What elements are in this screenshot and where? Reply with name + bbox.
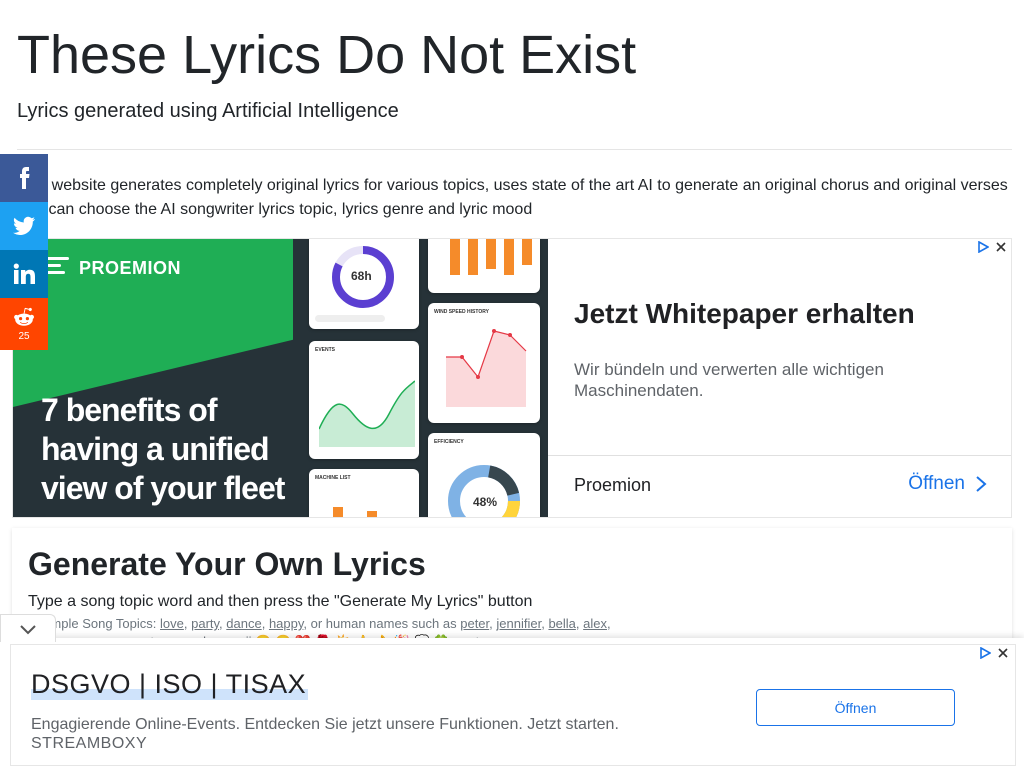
- linkedin-icon: [13, 263, 35, 284]
- bottom-ad-description: Engagierende Online-Events. Entdecken Si…: [31, 716, 619, 733]
- ad-separator: [548, 455, 1011, 456]
- machine-list-card: MACHINE LIST: [309, 469, 419, 517]
- reddit-icon: [14, 307, 35, 326]
- proemion-logo: PROEMION: [43, 257, 181, 279]
- bottom-ad-choices[interactable]: [979, 647, 1009, 659]
- intro-line-1: This website generates completely origin…: [17, 177, 1008, 194]
- bottom-ad-brand: STREAMBOXY: [31, 735, 148, 752]
- facebook-share-button[interactable]: [0, 154, 48, 202]
- topic-link-party[interactable]: party: [191, 616, 219, 631]
- wind-label: WIND SPEED HISTORY: [434, 309, 490, 315]
- chevron-right-icon: [976, 476, 987, 492]
- ad-image[interactable]: PROEMION 7 benefits of having a unified …: [13, 239, 548, 517]
- close-icon[interactable]: [995, 241, 1007, 253]
- gauge-card: 68h: [309, 239, 419, 329]
- intro-text: This website generates completely origin…: [17, 174, 1017, 222]
- topic-link-love[interactable]: love: [160, 616, 184, 631]
- facebook-icon: [20, 167, 30, 189]
- close-icon[interactable]: [997, 647, 1009, 659]
- machine-list-label: MACHINE LIST: [315, 475, 351, 481]
- ad-description: Wir bündeln und verwerten alle wichtigen…: [574, 360, 884, 400]
- efficiency-donut: [448, 464, 520, 517]
- topic-link-dance[interactable]: dance: [226, 616, 261, 631]
- divider: [17, 149, 1012, 150]
- page-subtitle: Lyrics generated using Artificial Intell…: [17, 100, 399, 122]
- gauge-legend: [315, 315, 385, 322]
- bars-card: [428, 239, 540, 293]
- ad-open-button[interactable]: Öffnen: [908, 473, 987, 495]
- events-area-chart: [319, 380, 415, 447]
- bottom-ad-title[interactable]: DSGVO | ISO | TISAX: [31, 669, 309, 700]
- adchoices-icon[interactable]: [977, 241, 989, 253]
- efficiency-label: EFFICIENCY: [434, 439, 464, 445]
- top-ad[interactable]: PROEMION 7 benefits of having a unified …: [12, 238, 1012, 518]
- events-card: EVENTS: [309, 341, 419, 459]
- reddit-share-count: 25: [18, 331, 30, 342]
- efficiency-card: EFFICIENCY 48%: [428, 433, 540, 517]
- name-link-alex[interactable]: alex: [583, 616, 607, 631]
- generate-title: Generate Your Own Lyrics: [28, 546, 426, 582]
- wind-line-chart: [446, 329, 527, 407]
- adchoices-icon[interactable]: [979, 647, 991, 659]
- linkedin-share-button[interactable]: [0, 250, 48, 298]
- machine-bar-1: [333, 507, 343, 517]
- ad-title[interactable]: Jetzt Whitepaper erhalten: [574, 297, 915, 331]
- collapse-ad-button[interactable]: [0, 614, 56, 642]
- bars-chart: [450, 239, 532, 275]
- reddit-share-button[interactable]: 25: [0, 298, 48, 350]
- topic-link-happy[interactable]: happy: [269, 616, 303, 631]
- bottom-ad-open-button[interactable]: Öffnen: [756, 689, 955, 726]
- share-bar: 25: [0, 154, 48, 350]
- ad-brand: Proemion: [574, 475, 652, 495]
- example-topics: Example Song Topics: love, party, dance,…: [28, 616, 611, 631]
- gauge-value: 68h: [351, 269, 372, 283]
- logo-text: PROEMION: [79, 257, 182, 278]
- names-prefix: , or human names such as: [303, 616, 457, 631]
- ad-open-label: Öffnen: [908, 473, 965, 494]
- bottom-ad[interactable]: DSGVO | ISO | TISAX Engagierende Online-…: [10, 644, 1016, 766]
- generate-instruction: Type a song topic word and then press th…: [28, 593, 533, 610]
- events-label: EVENTS: [315, 347, 336, 353]
- name-link-jennifier[interactable]: jennifier: [496, 616, 541, 631]
- page-title: These Lyrics Do Not Exist: [17, 25, 637, 85]
- twitter-icon: [13, 216, 35, 235]
- intro-line-2: You can choose the AI songwriter lyrics …: [17, 201, 533, 218]
- machine-bar-2: [367, 511, 377, 517]
- wind-card: WIND SPEED HISTORY: [428, 303, 540, 423]
- name-link-bella[interactable]: bella: [548, 616, 575, 631]
- ad-headline: 7 benefits of having a unified view of y…: [41, 392, 285, 506]
- bottom-ad-container: DSGVO | ISO | TISAX Engagierende Online-…: [0, 638, 1024, 768]
- ad-choices[interactable]: [977, 241, 1007, 253]
- name-link-peter[interactable]: peter: [460, 616, 489, 631]
- twitter-share-button[interactable]: [0, 202, 48, 250]
- efficiency-value: 48%: [473, 495, 498, 509]
- ad-text-panel[interactable]: Jetzt Whitepaper erhalten Wir bündeln un…: [548, 239, 1011, 517]
- chevron-down-icon: [20, 624, 36, 634]
